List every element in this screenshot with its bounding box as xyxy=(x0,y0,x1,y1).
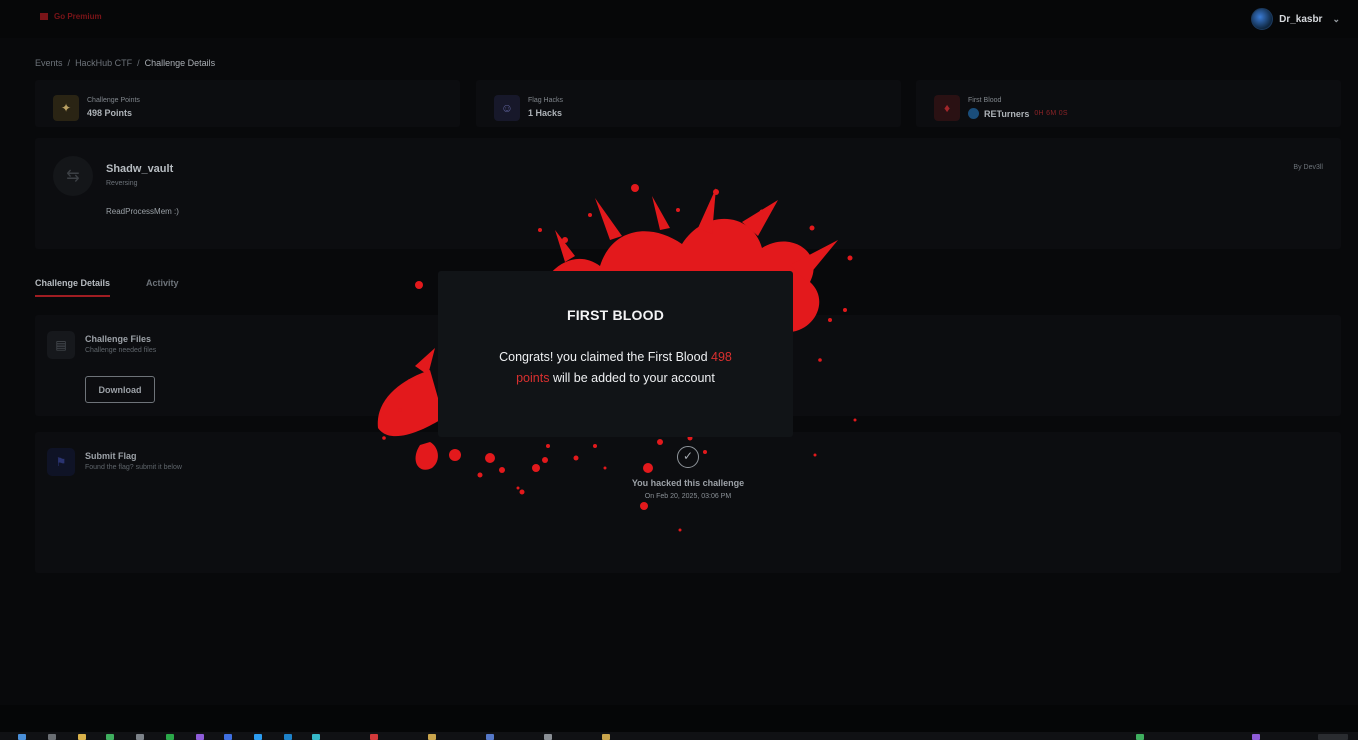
challenge-category: Reversing xyxy=(106,180,138,187)
breadcrumb-events[interactable]: Events xyxy=(35,58,63,68)
avatar xyxy=(1251,8,1274,30)
go-premium-link[interactable]: Go Premium xyxy=(40,12,102,21)
flag-icon: ⚑ xyxy=(47,448,75,476)
challenge-author[interactable]: By Dev3ll xyxy=(1293,164,1323,171)
first-blood-time: 0H 6M 0S xyxy=(1034,110,1068,117)
taskbar-app-icon[interactable] xyxy=(224,734,232,740)
points-label: Challenge Points xyxy=(87,97,140,104)
modal-line2: will be added to your account xyxy=(552,370,715,385)
hacks-card: ☺ Flag Hacks 1 Hacks xyxy=(476,80,901,127)
challenge-description: ReadProcessMem :) xyxy=(106,207,179,216)
modal-line1: Congrats! you claimed the First Blood xyxy=(499,350,708,364)
taskbar-app-icon[interactable] xyxy=(284,734,292,740)
first-blood-modal: FIRST BLOOD Congrats! you claimed the Fi… xyxy=(438,271,793,437)
tab-bar: Challenge Details Activity xyxy=(35,278,179,297)
hacks-label: Flag Hacks xyxy=(528,97,564,104)
tab-activity[interactable]: Activity xyxy=(146,278,179,297)
points-value: 498 Points xyxy=(87,108,133,118)
breadcrumb: Events / HackHub CTF / Challenge Details xyxy=(35,58,216,68)
start-icon[interactable] xyxy=(18,734,26,740)
modal-title: FIRST BLOOD xyxy=(566,307,665,323)
taskbar-app-icon[interactable] xyxy=(106,734,114,740)
breadcrumb-current: Challenge Details xyxy=(144,58,216,68)
taskbar-app-icon[interactable] xyxy=(370,734,378,740)
flag-title: Submit Flag xyxy=(85,451,137,461)
files-title: Challenge Files xyxy=(85,334,152,344)
flag-subtitle: Found the flag? submit it below xyxy=(85,464,182,471)
chevron-down-icon: ⌄ xyxy=(1332,13,1340,24)
swap-arrows-icon: ⇆ xyxy=(53,156,93,196)
points-card: ✦ Challenge Points 498 Points xyxy=(35,80,460,127)
tray-icon[interactable] xyxy=(1252,734,1260,740)
download-button[interactable]: Download xyxy=(85,376,155,403)
taskbar-app-icon[interactable] xyxy=(48,734,56,740)
document-icon: ▤ xyxy=(47,331,75,359)
first-blood-card: ♦ First Blood RETurners 0H 6M 0S xyxy=(916,80,1341,127)
hacks-value: 1 Hacks xyxy=(528,108,563,118)
blood-drop-icon: ♦ xyxy=(934,95,960,121)
challenge-name: Shadw_vault xyxy=(106,163,174,175)
taskbar-app-icon[interactable] xyxy=(602,734,610,740)
sparkle-icon: ✦ xyxy=(53,95,79,121)
taskbar-app-icon[interactable] xyxy=(428,734,436,740)
os-taskbar xyxy=(0,732,1358,740)
clock[interactable] xyxy=(1318,734,1348,740)
breadcrumb-event[interactable]: HackHub CTF xyxy=(75,58,132,68)
taskbar-app-icon[interactable] xyxy=(166,734,174,740)
taskbar-app-icon[interactable] xyxy=(136,734,144,740)
user-icon: ☺ xyxy=(494,95,520,121)
first-blood-label: First Blood xyxy=(968,97,1002,104)
first-blood-team[interactable]: RETurners xyxy=(984,109,1029,119)
team-logo-icon xyxy=(968,108,979,119)
taskbar-app-icon[interactable] xyxy=(196,734,204,740)
username: Dr_kasbr xyxy=(1279,13,1323,25)
files-subtitle: Challenge needed files xyxy=(85,347,157,354)
taskbar-app-icon[interactable] xyxy=(486,734,494,740)
top-navbar: Go Premium Dr_kasbr ⌄ xyxy=(0,0,1358,38)
folder-icon[interactable] xyxy=(78,734,86,740)
premium-flag-icon xyxy=(40,13,48,20)
vscode-icon[interactable] xyxy=(254,734,262,740)
tab-challenge-details[interactable]: Challenge Details xyxy=(35,278,111,297)
premium-label: Go Premium xyxy=(54,12,102,21)
modal-message: Congrats! you claimed the First Blood 49… xyxy=(491,347,741,388)
taskbar-app-icon[interactable] xyxy=(312,734,320,740)
taskbar-app-icon[interactable] xyxy=(544,734,552,740)
user-menu[interactable]: Dr_kasbr ⌄ xyxy=(1251,8,1340,30)
first-blood-value: RETurners 0H 6M 0S xyxy=(968,108,1068,119)
tray-icon[interactable] xyxy=(1136,734,1144,740)
